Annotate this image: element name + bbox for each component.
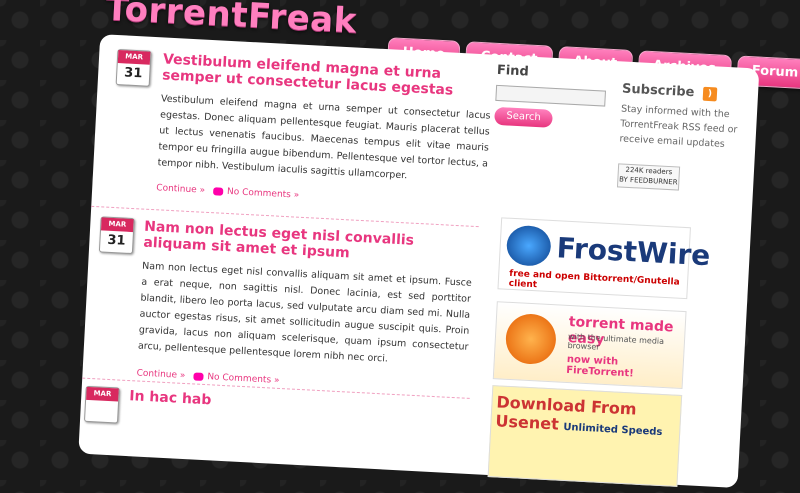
subscribe-title: Subscribe <box>621 81 695 101</box>
subscribe-text: Stay informed with the TorrentFreak RSS … <box>619 103 738 150</box>
post-body: Vestibulum eleifend magna et urna semper… <box>157 93 491 182</box>
frostwire-tagline: free and open Bittorrent/Gnutella client <box>508 268 680 291</box>
feed-counter-by: BY FEEDBURNER <box>618 175 678 187</box>
rss-icon[interactable]: ) <box>702 86 718 101</box>
calendar-icon: MAR 31 <box>98 216 135 255</box>
post-1: MAR 31 Vestibulum eleifend magna et urna… <box>92 48 491 218</box>
frostwire-logo-icon <box>505 224 552 267</box>
calendar-month: MAR <box>86 386 119 402</box>
usenet-ad[interactable]: Download From Usenet Unlimited Speeds <box>487 385 683 487</box>
comments-link[interactable]: No Comments » <box>227 187 300 201</box>
post-body: Nam non lectus eget nisl convallis aliqu… <box>137 260 473 365</box>
post-meta: Continue » No Comments » <box>156 183 299 200</box>
search-button[interactable]: Search <box>494 106 553 128</box>
frostwire-ad[interactable]: FrostWire free and open Bittorrent/Gnute… <box>497 217 711 300</box>
frostwire-name: FrostWire <box>555 231 712 273</box>
page-scene: TorrentFreak Home Contact About Archives… <box>0 0 800 489</box>
site-logo[interactable]: TorrentFreak <box>105 0 358 41</box>
find-label: Find <box>496 62 530 80</box>
wyzo-ad[interactable]: torrent made easy with the ultimate medi… <box>492 301 687 390</box>
content-area: MAR 31 Vestibulum eleifend magna et urna… <box>78 34 760 489</box>
wyzo-logo-icon <box>504 312 558 366</box>
wyzo-cta: now with FireTorrent! <box>566 353 634 380</box>
post-2: MAR 31 Nam non lectus eget nisl convalli… <box>82 216 478 406</box>
comment-icon <box>193 372 204 381</box>
calendar-icon: MAR 31 <box>115 49 152 87</box>
calendar-day: 31 <box>107 232 126 249</box>
feed-counter-badge[interactable]: 224K readers BY FEEDBURNER <box>616 163 681 191</box>
continue-link[interactable]: Continue » <box>136 368 185 381</box>
calendar-icon: MAR <box>83 385 120 424</box>
search-input[interactable] <box>495 84 607 107</box>
calendar-day: 31 <box>123 65 143 82</box>
subscribe-heading: Subscribe ) <box>622 81 718 101</box>
continue-link[interactable]: Continue » <box>156 183 205 196</box>
comment-icon <box>212 187 224 196</box>
